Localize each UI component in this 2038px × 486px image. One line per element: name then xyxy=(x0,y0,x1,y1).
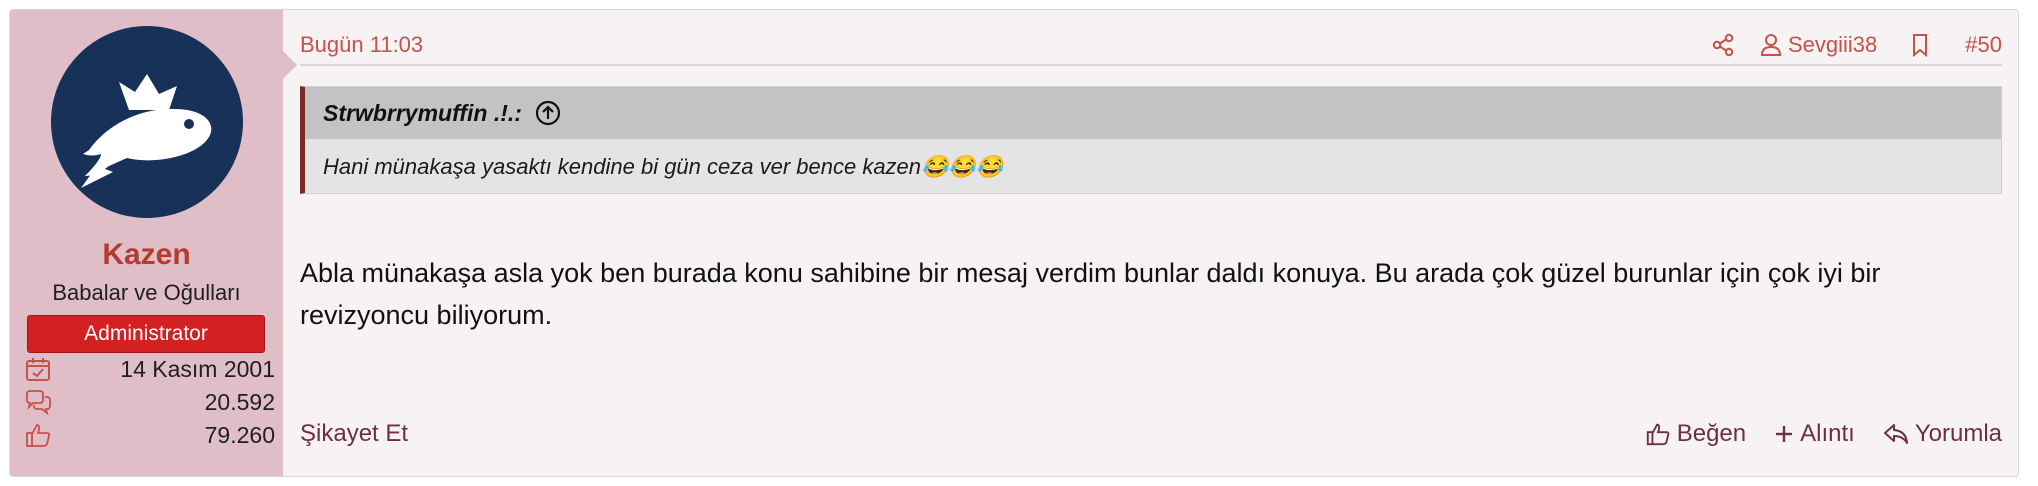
quote-header: Strwbrrymuffin .!.: xyxy=(305,87,2001,139)
report-link[interactable]: Şikayet Et xyxy=(300,420,408,448)
bookmark-button[interactable] xyxy=(1911,33,1929,57)
post-content: Abla münakaşa asla yok ben burada konu s… xyxy=(300,258,1881,330)
stat-reactions-value: 79.260 xyxy=(204,421,275,448)
quote-label: Alıntı xyxy=(1800,420,1855,447)
avatar[interactable] xyxy=(51,26,243,218)
like-label: Beğen xyxy=(1676,420,1747,447)
post-timestamp[interactable]: Bugün 11:03 xyxy=(300,32,423,58)
username[interactable]: Kazen xyxy=(10,238,283,272)
quote-text: Hani münakaşa yasaktı kendine bi gün cez… xyxy=(323,154,1004,179)
post-number[interactable]: #50 xyxy=(1965,32,2002,58)
user-sidebar: Kazen Babalar ve Oğulları Administrator … xyxy=(10,10,283,476)
reply-icon xyxy=(1883,424,1908,444)
plus-icon xyxy=(1776,426,1793,442)
post-header: Bugün 11:03 Sevgiii38 #50 xyxy=(300,26,2002,66)
thumbs-up-icon xyxy=(26,424,51,447)
bookmark-icon xyxy=(1913,34,1928,57)
quote-block: Strwbrrymuffin .!.: Hani münakaşa yasakt… xyxy=(300,86,2002,194)
mention-username: Sevgiii38 xyxy=(1788,32,1878,57)
stat-messages-value: 20.592 xyxy=(204,388,275,415)
stat-joined: 14 Kasım 2001 xyxy=(24,354,275,384)
post-main: Bugün 11:03 Sevgiii38 #50 Strwbrrymuffin… xyxy=(283,10,2018,476)
calendar-check-icon xyxy=(26,358,50,381)
stat-joined-value: 14 Kasım 2001 xyxy=(120,355,275,382)
speech-bubbles-icon xyxy=(26,390,51,416)
share-button[interactable] xyxy=(1712,33,1734,57)
forum-post: Kazen Babalar ve Oğulları Administrator … xyxy=(9,9,2019,477)
reply-button[interactable]: Yorumla xyxy=(1883,420,2002,448)
stat-messages: 20.592 xyxy=(24,387,275,417)
arrow-up-circle-icon[interactable] xyxy=(534,99,562,127)
quote-button[interactable]: Alıntı xyxy=(1774,420,1855,448)
user-title: Babalar ve Oğulları xyxy=(52,280,241,305)
fish-logo-icon xyxy=(81,74,212,188)
like-button[interactable]: Beğen xyxy=(1645,420,1746,448)
post-header-actions: Sevgiii38 #50 xyxy=(1712,30,2002,60)
post-footer-actions: Beğen Alıntı Yorumla xyxy=(1645,418,2002,450)
share-icon xyxy=(1712,33,1734,57)
user-icon xyxy=(1760,34,1782,56)
mention-link[interactable]: Sevgiii38 xyxy=(1760,32,1877,58)
thumbs-up-icon xyxy=(1646,423,1670,446)
role-badge: Administrator xyxy=(27,315,265,353)
reply-label: Yorumla xyxy=(1914,420,2002,447)
quote-author[interactable]: Strwbrrymuffin .!.: xyxy=(323,100,522,127)
stat-reactions: 79.260 xyxy=(24,420,275,450)
